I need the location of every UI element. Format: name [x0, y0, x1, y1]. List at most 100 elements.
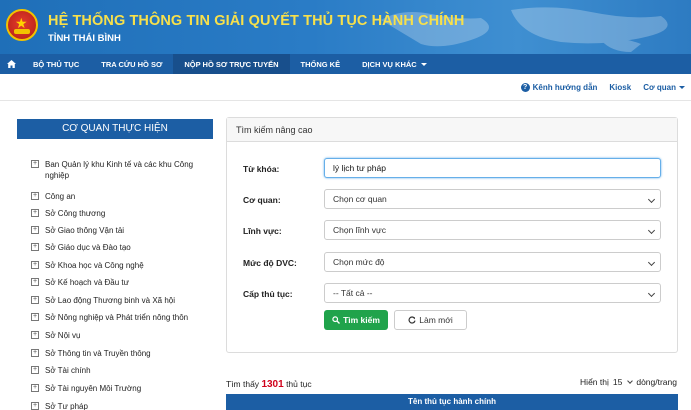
panel-heading: Tìm kiếm nâng cao	[227, 118, 677, 142]
page-size-value: 15	[612, 377, 623, 387]
help-link[interactable]: ? Kênh hướng dẫn	[520, 83, 598, 92]
expand-icon[interactable]: +	[31, 366, 39, 374]
tree-item[interactable]: + Sở Tài nguyên Môi Trường	[31, 383, 141, 394]
star-icon: ★	[15, 15, 28, 31]
advanced-search-panel: Tìm kiếm nâng cao Từ khóa: lý lịch tư ph…	[226, 117, 678, 353]
expand-icon[interactable]: +	[31, 243, 39, 251]
expand-icon[interactable]: +	[31, 192, 39, 200]
chevron-down-icon	[647, 289, 656, 298]
page-size-select[interactable]: 15	[612, 377, 634, 387]
tree-item-label: Công an	[45, 192, 76, 201]
home-icon[interactable]	[0, 54, 22, 74]
tier-select[interactable]: -- Tất cả --	[324, 283, 661, 303]
tree-item[interactable]: + Sở Nông nghiệp và Phát triển nông thôn	[31, 312, 188, 323]
expand-icon[interactable]: +	[31, 402, 39, 410]
tree-item-label: Sở Nội vụ	[45, 331, 81, 340]
search-icon	[332, 316, 341, 324]
national-emblem-logo[interactable]: ★	[6, 9, 38, 41]
help-link-label: Kênh hướng dẫn	[532, 83, 598, 92]
expand-icon[interactable]: +	[31, 349, 39, 357]
site-header: ★ HỆ THỐNG THÔNG TIN GIẢI QUYẾT THỦ TỤC …	[0, 0, 691, 54]
question-circle-icon: ?	[520, 83, 530, 92]
nav-item-other-services[interactable]: DỊCH VỤ KHÁC	[351, 54, 438, 74]
column-header-procedure-name[interactable]: Tên thủ tục hành chính	[408, 397, 496, 406]
chevron-down-icon	[647, 258, 656, 267]
tree-item[interactable]: + Sở Giao thông Vận tải	[31, 225, 124, 236]
nav-item-statistics[interactable]: THỐNG KÊ	[290, 54, 352, 74]
tree-item[interactable]: + Công an	[31, 191, 75, 202]
nav-item-online-submit[interactable]: NỘP HỒ SƠ TRỰC TUYẾN	[173, 54, 290, 74]
tree-item-label: Sở Giao thông Vận tải	[45, 226, 125, 235]
expand-icon[interactable]: +	[31, 313, 39, 321]
expand-icon[interactable]: +	[31, 278, 39, 286]
chevron-down-icon	[647, 226, 656, 235]
tier-label: Cấp thủ tục:	[243, 289, 293, 299]
results-table-header: Tên thủ tục hành chính	[226, 394, 678, 410]
tree-item[interactable]: + Sở Lao động Thương binh và Xã hội	[31, 295, 175, 306]
found-suffix: thủ tục	[286, 379, 312, 389]
chevron-down-icon	[627, 378, 634, 384]
tree-item[interactable]: + Sở Công thương	[31, 208, 105, 219]
caret-down-icon	[679, 86, 685, 90]
tree-item-label: Sở Kế hoạch và Đầu tư	[45, 278, 129, 287]
level-select[interactable]: Chọn mức độ	[324, 252, 661, 272]
search-button[interactable]: Tìm kiếm	[324, 310, 388, 330]
tree-item-label: Sở Tài chính	[45, 366, 91, 375]
agency-select[interactable]: Chọn cơ quan	[324, 189, 661, 209]
nav-item-procedures[interactable]: BỘ THỦ TỤC	[22, 54, 90, 74]
keyword-input[interactable]: lý lịch tư pháp	[324, 158, 661, 178]
expand-icon[interactable]: +	[31, 209, 39, 217]
keyword-input-value: lý lịch tư pháp	[333, 163, 386, 173]
tree-item[interactable]: + Sở Giáo dục và Đào tạo	[31, 242, 131, 253]
page-size-control: Hiển thị 15 dòng/trang	[580, 377, 677, 387]
tree-item[interactable]: + Sở Tài chính	[31, 365, 91, 376]
sidebar-title: CƠ QUAN THỰC HIỆN	[17, 119, 213, 139]
result-count: 1301	[261, 379, 284, 390]
site-title: HỆ THỐNG THÔNG TIN GIẢI QUYẾT THỦ TỤC HÀ…	[48, 13, 465, 29]
main-navigation: BỘ THỦ TỤC TRA CỨU HỒ SƠ NỘP HỒ SƠ TRỰC …	[0, 54, 691, 74]
tree-item-label: Sở Thông tin và Truyền thông	[45, 349, 151, 358]
tier-select-value: -- Tất cả --	[333, 288, 373, 298]
tree-item[interactable]: + Sở Tư pháp	[31, 401, 88, 410]
field-label: Lĩnh vực:	[243, 226, 282, 236]
expand-icon[interactable]: +	[31, 226, 39, 234]
divider	[0, 100, 691, 101]
expand-icon[interactable]: +	[31, 384, 39, 392]
tree-item[interactable]: + Sở Kế hoạch và Đầu tư	[31, 277, 129, 288]
refresh-icon	[408, 316, 416, 324]
tree-item[interactable]: + Ban Quản lý khu Kinh tế và các khu Côn…	[31, 159, 195, 181]
chevron-down-icon	[647, 195, 656, 204]
found-prefix: Tìm thấy	[226, 379, 260, 389]
show-label: Hiển thị	[580, 377, 609, 387]
expand-icon[interactable]: +	[31, 160, 39, 168]
tree-item[interactable]: + Sở Nội vụ	[31, 330, 80, 341]
tree-item-label: Sở Tài nguyên Môi Trường	[45, 384, 142, 393]
result-count-text: Tìm thấy 1301 thủ tục	[226, 379, 312, 390]
tree-item-label: Sở Giáo dục và Đào tạo	[45, 243, 131, 252]
nav-item-lookup[interactable]: TRA CỨU HỒ SƠ	[90, 54, 173, 74]
field-select-value: Chọn lĩnh vực	[333, 225, 386, 235]
tree-item[interactable]: + Sở Khoa học và Công nghệ	[31, 260, 144, 271]
per-page-suffix: dòng/trang	[636, 377, 677, 387]
expand-icon[interactable]: +	[31, 331, 39, 339]
expand-icon[interactable]: +	[31, 261, 39, 269]
agency-dropdown[interactable]: Cơ quan	[643, 83, 685, 92]
expand-icon[interactable]: +	[31, 296, 39, 304]
tree-item-label: Sở Nông nghiệp và Phát triển nông thôn	[45, 313, 189, 322]
reset-button[interactable]: Làm mới	[394, 310, 467, 330]
level-label: Mức độ DVC:	[243, 258, 297, 268]
nav-item-other-services-label: DỊCH VỤ KHÁC	[362, 59, 417, 69]
agency-select-value: Chọn cơ quan	[333, 194, 387, 204]
level-select-value: Chọn mức độ	[333, 257, 385, 267]
agency-dropdown-label: Cơ quan	[643, 83, 676, 92]
tree-item[interactable]: + Sở Thông tin và Truyền thông	[31, 348, 151, 359]
site-subtitle: TỈNH THÁI BÌNH	[48, 33, 121, 44]
tree-item-label: Sở Công thương	[45, 209, 106, 218]
tree-item-label: Sở Khoa học và Công nghệ	[45, 261, 144, 270]
agency-label: Cơ quan:	[243, 195, 281, 205]
utility-bar: ? Kênh hướng dẫn Kiosk Cơ quan	[520, 83, 685, 92]
tree-item-label: Sở Lao động Thương binh và Xã hội	[45, 296, 176, 305]
tree-item-label: Ban Quản lý khu Kinh tế và các khu Công …	[45, 160, 194, 180]
kiosk-link[interactable]: Kiosk	[609, 83, 631, 92]
field-select[interactable]: Chọn lĩnh vực	[324, 220, 661, 240]
